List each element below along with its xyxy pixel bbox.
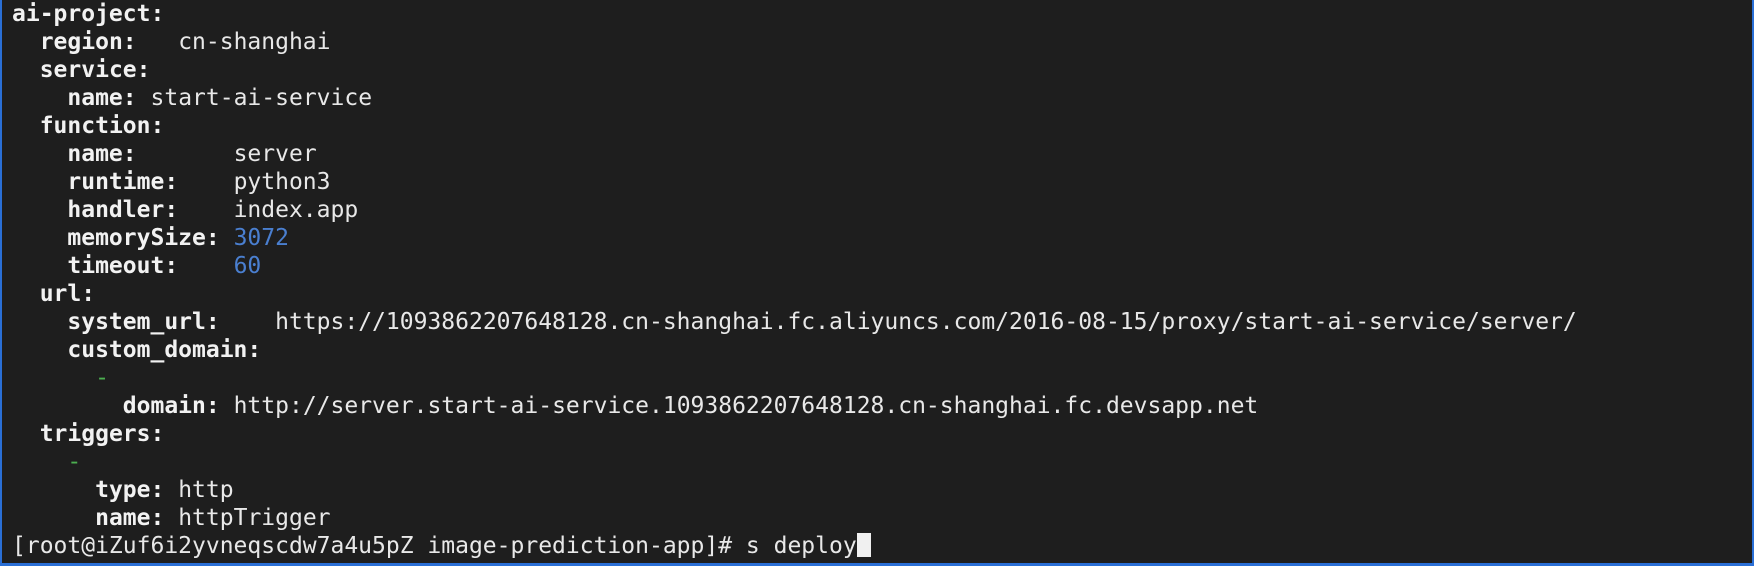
command-prompt[interactable]: [root@iZuf6i2yvneqscdw7a4u5pZ image-pred… <box>12 532 1752 560</box>
yaml-line: name: httpTrigger <box>12 504 1752 532</box>
yaml-key: runtime: <box>67 169 179 195</box>
yaml-line: system_url: https://1093862207648128.cn-… <box>12 308 1752 336</box>
yaml-value: httpTrigger <box>178 505 331 531</box>
yaml-line: memorySize: 3072 <box>12 224 1752 252</box>
yaml-key: triggers: <box>39 421 165 447</box>
yaml-key: handler: <box>67 197 179 223</box>
yaml-line: timeout: 60 <box>12 252 1752 280</box>
yaml-line: type: http <box>12 476 1752 504</box>
yaml-line: handler: index.app <box>12 196 1752 224</box>
yaml-key: url: <box>39 281 96 307</box>
yaml-value: server <box>233 141 317 167</box>
yaml-line: service: <box>12 56 1752 84</box>
yaml-line: name: server <box>12 140 1752 168</box>
yaml-key: domain: <box>122 393 220 419</box>
yaml-list-dash: - <box>95 365 109 391</box>
yaml-key: region: <box>39 29 137 55</box>
yaml-value: start-ai-service <box>150 85 373 111</box>
yaml-number: 3072 <box>233 225 289 251</box>
yaml-line: - <box>12 364 1752 392</box>
yaml-value: https://1093862207648128.cn-shanghai.fc.… <box>275 309 1577 335</box>
yaml-line: url: <box>12 280 1752 308</box>
yaml-line: region: cn-shanghai <box>12 28 1752 56</box>
yaml-key: custom_domain: <box>67 337 262 363</box>
yaml-value: http <box>178 477 234 503</box>
yaml-key: timeout: <box>67 253 179 279</box>
terminal-window[interactable]: ai-project: region: cn-shanghai service:… <box>2 0 1752 563</box>
yaml-key: type: <box>95 477 165 503</box>
yaml-key: service: <box>39 57 151 83</box>
yaml-line: function: <box>12 112 1752 140</box>
yaml-key: system_url: <box>67 309 220 335</box>
yaml-value: index.app <box>233 197 359 223</box>
yaml-list-dash: - <box>67 449 82 475</box>
cursor-block <box>856 533 871 557</box>
yaml-value: python3 <box>233 169 331 195</box>
yaml-key: memorySize: <box>67 225 220 251</box>
yaml-number: 60 <box>233 253 262 279</box>
shell-prompt: [root@iZuf6i2yvneqscdw7a4u5pZ image-pred… <box>12 533 733 559</box>
command-input[interactable]: s deploy <box>746 533 857 559</box>
yaml-key: ai-project: <box>12 1 165 27</box>
yaml-value: cn-shanghai <box>178 29 331 55</box>
yaml-line: domain: http://server.start-ai-service.1… <box>12 392 1752 420</box>
yaml-key: function: <box>39 113 165 139</box>
yaml-key: name: <box>95 505 165 531</box>
yaml-value: http://server.start-ai-service.109386220… <box>233 393 1259 419</box>
yaml-key: name: <box>67 141 137 167</box>
yaml-line: - <box>12 448 1752 476</box>
yaml-line: ai-project: <box>12 0 1752 28</box>
yaml-line: runtime: python3 <box>12 168 1752 196</box>
yaml-line: custom_domain: <box>12 336 1752 364</box>
yaml-line: name: start-ai-service <box>12 84 1752 112</box>
yaml-key: name: <box>67 85 137 111</box>
yaml-line: triggers: <box>12 420 1752 448</box>
